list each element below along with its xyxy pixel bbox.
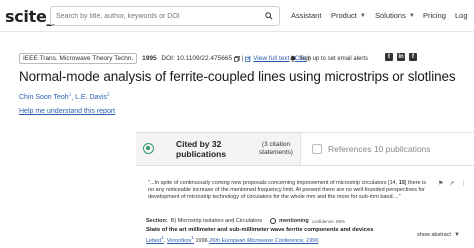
bell-icon (290, 55, 296, 62)
citation-statements-count: (3 citation statements) (259, 141, 293, 156)
mentioning-icon (270, 218, 277, 224)
references-icon (312, 144, 322, 154)
author-link[interactable]: Vorontkov1 (167, 235, 194, 244)
journal-badge[interactable]: IEEE Trans. Microwave Theory Techn. (19, 53, 138, 65)
publication-year: 1995 (142, 55, 157, 63)
share-icon[interactable]: ↗ (449, 180, 454, 187)
search-button[interactable] (262, 9, 276, 23)
nav-solutions[interactable]: Solutions ▼ (375, 11, 415, 20)
more-icon[interactable]: ⋮ (460, 180, 466, 187)
tab-references[interactable]: References 10 publications (306, 133, 474, 165)
chevron-down-icon: ▼ (408, 12, 415, 19)
show-abstract-label: show abstract (417, 232, 451, 238)
search-bar[interactable] (50, 6, 280, 26)
cited-by-icon (143, 143, 154, 154)
author-link[interactable]: L.E. Davis2 (75, 92, 109, 101)
linkedin-icon[interactable]: in (397, 53, 405, 61)
citation-quote: "...In spite of continuously coming new … (148, 180, 427, 201)
scite-logo[interactable]: scite_ (5, 7, 55, 26)
card-actions: ⚑ ↗ ⋮ (438, 180, 466, 187)
twitter-icon[interactable]: t (385, 53, 393, 61)
nav-login[interactable]: Log (455, 11, 468, 20)
paper-title: Normal-mode analysis of ferrite-coupled … (19, 69, 456, 84)
facebook-icon[interactable]: f (409, 53, 417, 61)
citation-statement-card: "...In spite of continuously coming new … (140, 174, 470, 248)
nav-assistant[interactable]: Assistant (291, 11, 321, 20)
show-abstract-toggle[interactable]: show abstract ▼ (417, 232, 460, 238)
citation-section: Section: B) Microstrip isolators and Cir… (146, 218, 345, 224)
author-list: Chin Soon Teoh1, L.E. Davis2 (19, 92, 110, 102)
search-icon (265, 12, 273, 20)
external-link-icon (245, 55, 252, 62)
references-label: References 10 publications (328, 144, 431, 154)
separator: | (241, 55, 244, 62)
paper-meta: IEEE Trans. Microwave Theory Techn. 1995… (19, 53, 310, 65)
social-share: t in f (385, 53, 417, 61)
email-alert-label: Sign up to set email alerts (299, 55, 369, 62)
help-understand-link[interactable]: Help me understand this report (19, 108, 115, 115)
tab-cited-by[interactable]: Cited by 32 publications (3 citation sta… (136, 133, 301, 165)
view-full-text-link[interactable]: View full text (253, 55, 289, 62)
chevron-down-icon: ▼ (453, 232, 460, 238)
citing-paper-meta: Lebed1, Vorontkov1 1996 26th European Mi… (146, 235, 319, 244)
citing-paper-venue[interactable]: 26th European Microwave Conference, 1996 (209, 238, 318, 244)
confidence-value: confidence: 99% (311, 218, 346, 224)
author-link[interactable]: Chin Soon Teoh1 (19, 92, 71, 101)
copy-icon[interactable] (233, 55, 240, 62)
email-alert[interactable]: Sign up to set email alerts (290, 55, 368, 62)
nav-assistant-label: Assistant (291, 11, 322, 20)
cited-by-label: Cited by 32 publications (176, 139, 227, 159)
section-value: B) Microstrip isolators and Circulators (170, 218, 263, 224)
top-navigation: scite_ Assistant Product ▼ Solutions ▼ P… (0, 0, 474, 32)
nav-solutions-label: Solutions (375, 11, 406, 20)
author-link[interactable]: Lebed1 (146, 235, 164, 244)
nav-pricing-label: Pricing (423, 11, 446, 20)
doi-text: DOI: 10.1109/22.475665 (161, 55, 233, 63)
nav-login-label: Log (455, 11, 468, 20)
search-input[interactable] (56, 12, 256, 20)
citation-tabs: Cited by 32 publications (3 citation sta… (136, 132, 474, 166)
nav-pricing[interactable]: Pricing (423, 11, 446, 20)
classification-badge: mentioning (279, 218, 309, 224)
citing-paper-year: 1996 (195, 237, 208, 244)
section-label: Section: (146, 218, 168, 224)
nav-product[interactable]: Product ▼ (331, 11, 366, 20)
flag-icon[interactable]: ⚑ (438, 180, 443, 187)
citing-paper-title[interactable]: State of the art millimeter and sub-mill… (146, 227, 373, 233)
nav-product-label: Product (331, 11, 357, 20)
chevron-down-icon: ▼ (359, 12, 366, 19)
